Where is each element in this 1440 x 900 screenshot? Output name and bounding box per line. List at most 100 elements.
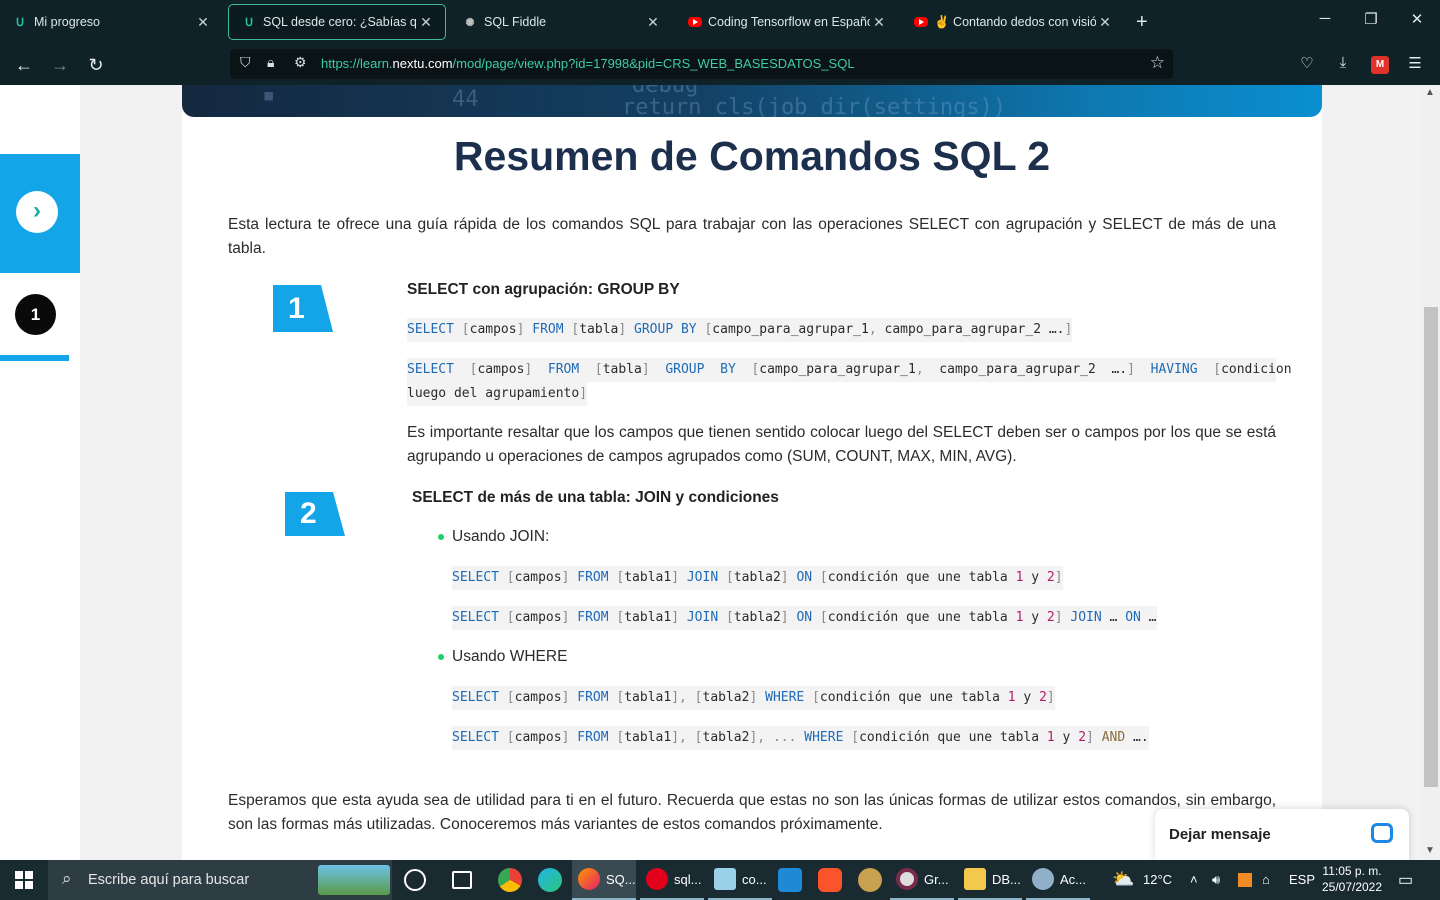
taskbar-search[interactable]: ⌕ Escribe aquí para buscar xyxy=(48,860,392,900)
bullet-dot xyxy=(438,533,444,540)
browser-tab-strip: ᑌ Mi progreso ✕ ᑌ SQL desde cero: ¿Sabía… xyxy=(0,0,1440,44)
url-prefix: https://learn. xyxy=(321,56,393,71)
language-indicator[interactable]: ESP xyxy=(1289,872,1315,887)
new-tab-icon[interactable]: + xyxy=(1136,10,1148,34)
close-icon[interactable]: ✕ xyxy=(417,14,435,31)
scroll-down-icon[interactable]: ▼ xyxy=(1425,845,1435,856)
close-icon[interactable]: ✕ xyxy=(644,14,662,31)
scroll-up-icon[interactable]: ▲ xyxy=(1425,87,1435,98)
bullet-dot xyxy=(438,653,444,660)
notifications-icon[interactable]: ▭ xyxy=(1398,870,1413,890)
code-groupby-having-cont: luego del agrupamiento] xyxy=(407,382,588,406)
taskbar-app-opera[interactable]: sql... xyxy=(640,860,704,900)
url-domain: nextu.com xyxy=(392,56,453,71)
page-title: Resumen de Comandos SQL 2 xyxy=(453,133,1051,179)
close-icon[interactable]: ✕ xyxy=(194,14,212,31)
tab-mi-progreso[interactable]: ᑌ Mi progreso ✕ xyxy=(0,4,222,40)
taskbar-app-label: Gr... xyxy=(924,871,949,887)
network-icon[interactable]: ⌂ xyxy=(1262,872,1270,887)
extension-icon[interactable]: M xyxy=(1371,56,1389,74)
taskbar-app-firefox[interactable]: SQ... xyxy=(572,860,636,900)
close-icon[interactable]: ✕ xyxy=(870,14,888,31)
league-icon[interactable] xyxy=(858,868,882,892)
left-nav-panel: › 1 xyxy=(0,85,80,860)
shield-icon[interactable]: ⛉ xyxy=(240,54,251,71)
chevron-right-icon[interactable]: › xyxy=(16,191,58,233)
taskbar-app-label: Ac... xyxy=(1060,871,1087,887)
sqlfiddle-icon: ✺ xyxy=(465,16,475,29)
taskbar-app-grabber[interactable]: Gr... xyxy=(890,860,954,900)
youtube-icon xyxy=(688,17,702,27)
task-view-icon[interactable] xyxy=(452,871,472,889)
scroll-thumb[interactable] xyxy=(1424,307,1438,787)
section1-note: Es importante resaltar que los campos qu… xyxy=(407,424,1276,465)
taskbar-app-ac[interactable]: Ac... xyxy=(1026,860,1090,900)
page-scrollbar[interactable]: ▲ ▼ xyxy=(1422,85,1440,860)
header-banner: ▪ 44 debug return cls(job_dir(settings)) xyxy=(182,85,1322,117)
close-window-icon[interactable]: ✕ xyxy=(1407,10,1427,28)
tab-contando-dedos[interactable]: ✌ Contando dedos con visión ✕ xyxy=(902,4,1124,40)
tab-coding-tensorflow[interactable]: Coding Tensorflow en Español ✕ xyxy=(676,4,898,40)
taskbar-app-label: SQ... xyxy=(606,871,636,887)
taskbar-app-notes[interactable]: co... xyxy=(708,860,772,900)
pocket-icon[interactable]: ♡ xyxy=(1296,54,1318,72)
folder-icon xyxy=(964,868,986,890)
weather-icon[interactable]: ⛅ xyxy=(1112,869,1134,890)
tab-title: SQL desde cero: ¿Sabías que? xyxy=(263,15,417,29)
taskbar-app-folder[interactable]: DB... xyxy=(958,860,1022,900)
lock-icon[interactable]: 🔒︎ xyxy=(267,54,274,71)
nextu-icon: ᑌ xyxy=(244,16,254,29)
clock-time: 11:05 p. m. xyxy=(1322,864,1382,878)
chat-bubble-icon xyxy=(1371,823,1393,843)
tab-title: SQL Fiddle xyxy=(484,15,547,29)
bullet-join-label: Usando JOIN: xyxy=(452,528,550,545)
back-icon[interactable]: ← xyxy=(12,53,36,77)
volume-icon[interactable]: 🔊︎ xyxy=(1212,872,1220,888)
minimize-icon[interactable]: ─ xyxy=(1315,10,1335,27)
app-icon xyxy=(1032,868,1054,890)
download-icon[interactable]: ⤓ xyxy=(1332,54,1354,71)
windows-start-icon[interactable] xyxy=(15,871,33,889)
battery-app-icon[interactable] xyxy=(1238,873,1252,887)
chrome-icon[interactable] xyxy=(498,868,522,892)
section1-heading: SELECT con agrupación: GROUP BY xyxy=(407,281,680,298)
permissions-icon[interactable]: ⚙ xyxy=(294,54,307,71)
clock[interactable]: 11:05 p. m. 25/07/2022 xyxy=(1318,863,1386,895)
tab-title: Coding Tensorflow en Español xyxy=(708,15,870,29)
maximize-icon[interactable]: ❐ xyxy=(1361,10,1381,28)
code-where-and: SELECT [campos] FROM [tabla1], [tabla2],… xyxy=(452,726,1149,750)
chevron-up-icon[interactable]: ˄ xyxy=(1190,872,1198,887)
taskbar-app-label: co... xyxy=(742,871,767,887)
bullet-where-label: Usando WHERE xyxy=(452,648,568,665)
code-join: SELECT [campos] FROM [tabla1] JOIN [tabl… xyxy=(452,566,1063,590)
search-icon: ⌕ xyxy=(62,869,72,888)
weather-temp[interactable]: 12°C xyxy=(1143,872,1172,887)
tab-sql-desde-cero[interactable]: ᑌ SQL desde cero: ¿Sabías que? ✕ xyxy=(228,4,446,40)
step-badge-1: 1 xyxy=(273,285,333,332)
step-number[interactable]: 1 xyxy=(15,294,56,335)
menu-icon[interactable]: ☰ xyxy=(1404,54,1426,72)
code-groupby-having: SELECT [campos] FROM [tabla] GROUP BY [c… xyxy=(407,358,1292,382)
brave-icon[interactable] xyxy=(818,868,842,892)
close-icon[interactable]: ✕ xyxy=(1096,14,1114,31)
chat-widget[interactable]: Dejar mensaje xyxy=(1155,809,1409,860)
edge-icon[interactable] xyxy=(538,868,562,892)
vscode-icon[interactable] xyxy=(778,868,802,892)
step-badge-2: 2 xyxy=(285,492,345,536)
taskbar-app-label: sql... xyxy=(674,871,702,887)
bookmark-star-icon[interactable]: ☆ xyxy=(1150,53,1165,73)
search-placeholder: Escribe aquí para buscar xyxy=(88,872,250,888)
firefox-icon xyxy=(578,868,600,890)
youtube-icon xyxy=(914,17,928,27)
cortana-icon[interactable] xyxy=(404,869,426,891)
reload-icon[interactable]: ↻ xyxy=(84,53,108,77)
notes-icon xyxy=(714,868,736,890)
forward-icon[interactable]: → xyxy=(48,53,72,77)
url-text[interactable]: https://learn.nextu.com/mod/page/view.ph… xyxy=(321,56,855,71)
tab-title: ✌ Contando dedos con visión xyxy=(934,14,1096,29)
clock-date: 25/07/2022 xyxy=(1321,880,1383,894)
url-path: /mod/page/view.php?id=17998&pid=CRS_WEB_… xyxy=(452,56,855,71)
address-bar[interactable]: ⛉ 🔒︎ ⚙ https://learn.nextu.com/mod/page/… xyxy=(230,49,1173,79)
tab-sql-fiddle[interactable]: ✺ SQL Fiddle ✕ xyxy=(450,4,672,40)
chat-label: Dejar mensaje xyxy=(1169,826,1271,843)
